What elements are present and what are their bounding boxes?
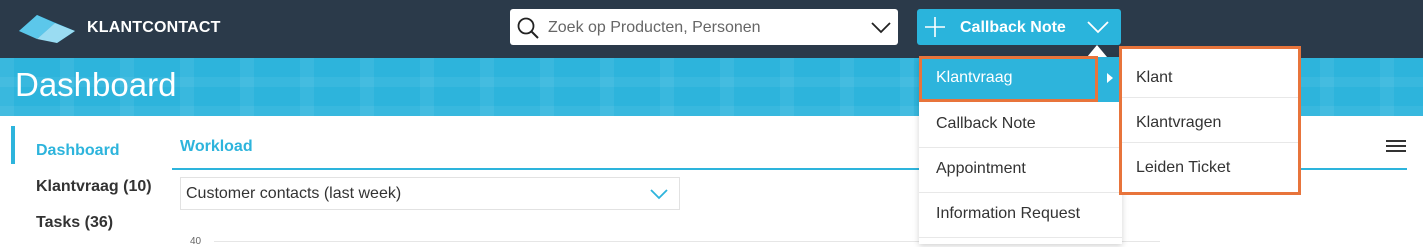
caret-right-icon xyxy=(1107,73,1113,83)
brand-name[interactable]: KLANTCONTACT xyxy=(87,19,221,37)
menu-item-label: Callback Note xyxy=(936,115,1036,132)
search-box[interactable] xyxy=(510,9,898,45)
chevron-down-icon[interactable] xyxy=(1087,19,1109,35)
submenu-item-leiden-ticket[interactable]: Leiden Ticket xyxy=(1122,143,1298,188)
page-title: Dashboard xyxy=(15,66,177,103)
submenu-item-label: Leiden Ticket xyxy=(1136,159,1231,176)
y-axis-tick: 40 xyxy=(190,236,202,247)
submenu-item-label: Klantvragen xyxy=(1136,114,1222,131)
submenu-item-klant[interactable]: Klant xyxy=(1122,53,1298,98)
sidebar: Dashboard Klantvraag (10) Tasks (36) xyxy=(11,126,161,244)
workload-title: Workload xyxy=(180,138,253,155)
menu-item-appointment[interactable]: Appointment xyxy=(919,148,1122,193)
logo-icon[interactable] xyxy=(17,11,77,45)
menu-item-callback-note[interactable]: Callback Note xyxy=(919,103,1122,148)
dropdown-pointer xyxy=(1087,45,1107,57)
chevron-down-icon[interactable] xyxy=(649,187,669,201)
workload-period-select[interactable]: Customer contacts (last week) xyxy=(180,177,680,210)
menu-item-label: Appointment xyxy=(936,160,1026,177)
hamburger-menu-icon[interactable] xyxy=(1386,140,1406,154)
callback-note-label: Callback Note xyxy=(960,19,1066,36)
submenu-item-klantvragen[interactable]: Klantvragen xyxy=(1122,98,1298,143)
active-indicator xyxy=(11,126,15,164)
chevron-down-icon[interactable] xyxy=(870,18,892,36)
sidebar-item-klantvraag[interactable]: Klantvraag (10) xyxy=(36,178,152,196)
sidebar-item-tasks[interactable]: Tasks (36) xyxy=(36,214,113,232)
search-input[interactable] xyxy=(546,13,870,43)
select-value: Customer contacts (last week) xyxy=(186,185,402,202)
menu-item-label: Information Request xyxy=(936,205,1081,222)
klantvraag-submenu: Klant Klantvragen Leiden Ticket xyxy=(1119,46,1301,195)
menu-item-klantvraag[interactable]: Klantvraag xyxy=(919,57,1122,102)
menu-item-information-request[interactable]: Information Request xyxy=(919,193,1122,238)
submenu-item-label: Klant xyxy=(1136,69,1173,86)
search-icon xyxy=(517,17,539,39)
sidebar-item-dashboard[interactable]: Dashboard xyxy=(36,142,120,160)
callback-dropdown-menu: Klantvraag Callback Note Appointment Inf… xyxy=(919,57,1122,244)
menu-item-label: Klantvraag xyxy=(936,69,1013,86)
callback-note-button[interactable]: Callback Note xyxy=(917,9,1121,45)
plus-icon xyxy=(925,17,945,37)
